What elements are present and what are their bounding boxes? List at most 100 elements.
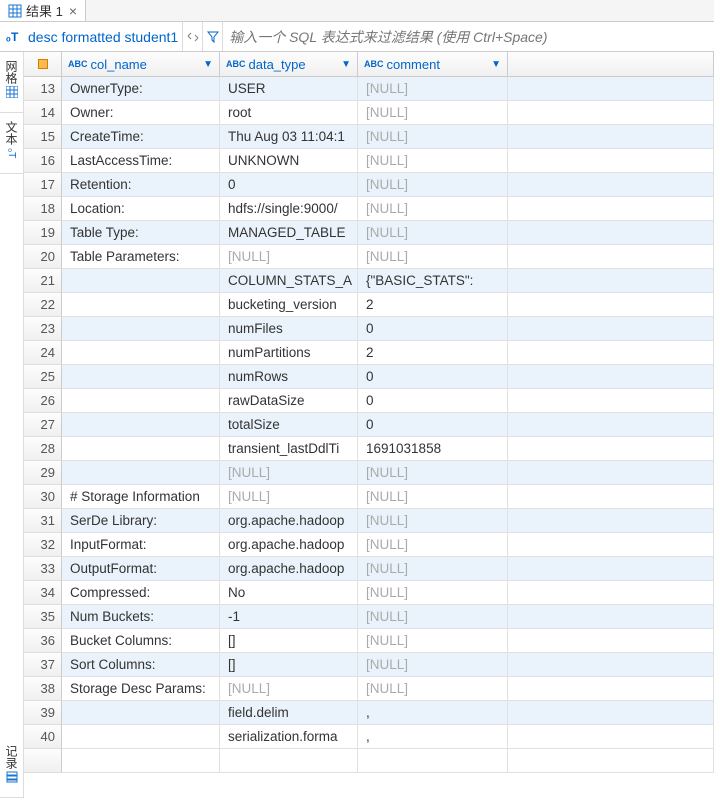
cell[interactable]: [NULL]: [358, 581, 508, 605]
cell[interactable]: # Storage Information: [62, 485, 220, 509]
dropdown-icon[interactable]: ▼: [491, 59, 501, 70]
cell[interactable]: [62, 293, 220, 317]
filter-funnel-icon[interactable]: [202, 22, 222, 51]
row-number[interactable]: 19: [24, 221, 62, 245]
row-number[interactable]: 16: [24, 149, 62, 173]
cell[interactable]: ,: [358, 725, 508, 749]
dropdown-icon[interactable]: ▼: [341, 59, 351, 70]
cell[interactable]: -1: [220, 605, 358, 629]
row-number[interactable]: 35: [24, 605, 62, 629]
tab-results[interactable]: 结果 1 ×: [0, 0, 86, 21]
row-number[interactable]: 14: [24, 101, 62, 125]
expand-icon[interactable]: [182, 22, 202, 51]
cell[interactable]: transient_lastDdlTi: [220, 437, 358, 461]
cell[interactable]: numPartitions: [220, 341, 358, 365]
cell[interactable]: [NULL]: [358, 533, 508, 557]
cell[interactable]: InputFormat:: [62, 533, 220, 557]
row-number[interactable]: 27: [24, 413, 62, 437]
row-number[interactable]: 28: [24, 437, 62, 461]
cell[interactable]: rawDataSize: [220, 389, 358, 413]
row-number[interactable]: 15: [24, 125, 62, 149]
cell[interactable]: Table Parameters:: [62, 245, 220, 269]
cell[interactable]: numFiles: [220, 317, 358, 341]
cell[interactable]: [NULL]: [220, 485, 358, 509]
cell[interactable]: org.apache.hadoop: [220, 533, 358, 557]
cell[interactable]: [NULL]: [358, 509, 508, 533]
cell[interactable]: [NULL]: [358, 677, 508, 701]
cell[interactable]: Table Type:: [62, 221, 220, 245]
row-number[interactable]: 34: [24, 581, 62, 605]
cell[interactable]: [NULL]: [358, 101, 508, 125]
row-number[interactable]: 13: [24, 77, 62, 101]
dropdown-icon[interactable]: ▼: [203, 59, 213, 70]
row-number[interactable]: 31: [24, 509, 62, 533]
filter-input[interactable]: [223, 22, 714, 51]
cell[interactable]: root: [220, 101, 358, 125]
row-number[interactable]: 37: [24, 653, 62, 677]
cell[interactable]: [NULL]: [358, 605, 508, 629]
row-number[interactable]: 33: [24, 557, 62, 581]
row-number[interactable]: 23: [24, 317, 62, 341]
cell[interactable]: SerDe Library:: [62, 509, 220, 533]
cell[interactable]: OwnerType:: [62, 77, 220, 101]
rail-text[interactable]: 文本 ₀T: [0, 113, 23, 174]
cell[interactable]: serialization.forma: [220, 725, 358, 749]
row-number[interactable]: 18: [24, 197, 62, 221]
cell[interactable]: []: [220, 653, 358, 677]
cell[interactable]: [62, 269, 220, 293]
cell[interactable]: Owner:: [62, 101, 220, 125]
col-header-comment[interactable]: ABC comment ▼: [358, 52, 508, 77]
cell[interactable]: hdfs://single:9000/: [220, 197, 358, 221]
cell[interactable]: USER: [220, 77, 358, 101]
cell[interactable]: [62, 437, 220, 461]
cell[interactable]: 0: [358, 317, 508, 341]
cell[interactable]: 0: [220, 173, 358, 197]
cell[interactable]: bucketing_version: [220, 293, 358, 317]
cell[interactable]: numRows: [220, 365, 358, 389]
cell[interactable]: ,: [358, 701, 508, 725]
cell[interactable]: Compressed:: [62, 581, 220, 605]
cell[interactable]: [62, 725, 220, 749]
cell[interactable]: [NULL]: [358, 245, 508, 269]
cell[interactable]: Num Buckets:: [62, 605, 220, 629]
cell[interactable]: [62, 413, 220, 437]
row-number[interactable]: 22: [24, 293, 62, 317]
cell[interactable]: [NULL]: [358, 173, 508, 197]
row-number[interactable]: 36: [24, 629, 62, 653]
cell[interactable]: 0: [358, 413, 508, 437]
close-icon[interactable]: ×: [69, 3, 77, 19]
row-number[interactable]: 32: [24, 533, 62, 557]
cell[interactable]: 0: [358, 365, 508, 389]
cell[interactable]: [NULL]: [358, 77, 508, 101]
row-number[interactable]: 29: [24, 461, 62, 485]
cell[interactable]: Location:: [62, 197, 220, 221]
cell[interactable]: LastAccessTime:: [62, 149, 220, 173]
row-number[interactable]: 30: [24, 485, 62, 509]
rail-grid[interactable]: 网格: [0, 52, 23, 113]
cell[interactable]: [62, 365, 220, 389]
cell[interactable]: {"BASIC_STATS":: [358, 269, 508, 293]
cell[interactable]: [NULL]: [358, 221, 508, 245]
cell[interactable]: 1691031858: [358, 437, 508, 461]
cell[interactable]: [NULL]: [220, 677, 358, 701]
cell[interactable]: [62, 701, 220, 725]
cell[interactable]: [NULL]: [358, 629, 508, 653]
cell[interactable]: []: [220, 629, 358, 653]
row-number[interactable]: 17: [24, 173, 62, 197]
cell[interactable]: OutputFormat:: [62, 557, 220, 581]
cell[interactable]: 2: [358, 293, 508, 317]
row-number[interactable]: 20: [24, 245, 62, 269]
cell[interactable]: CreateTime:: [62, 125, 220, 149]
cell[interactable]: [62, 461, 220, 485]
cell[interactable]: 2: [358, 341, 508, 365]
cell[interactable]: [NULL]: [358, 461, 508, 485]
cell[interactable]: org.apache.hadoop: [220, 509, 358, 533]
cell[interactable]: Storage Desc Params:: [62, 677, 220, 701]
row-number[interactable]: 24: [24, 341, 62, 365]
grid-corner[interactable]: [24, 52, 62, 77]
row-number[interactable]: 21: [24, 269, 62, 293]
row-number[interactable]: 39: [24, 701, 62, 725]
row-number[interactable]: 26: [24, 389, 62, 413]
cell[interactable]: [NULL]: [358, 557, 508, 581]
grid-wrap[interactable]: ABC col_name ▼ ABC data_type ▼ ABC comme…: [24, 52, 714, 798]
